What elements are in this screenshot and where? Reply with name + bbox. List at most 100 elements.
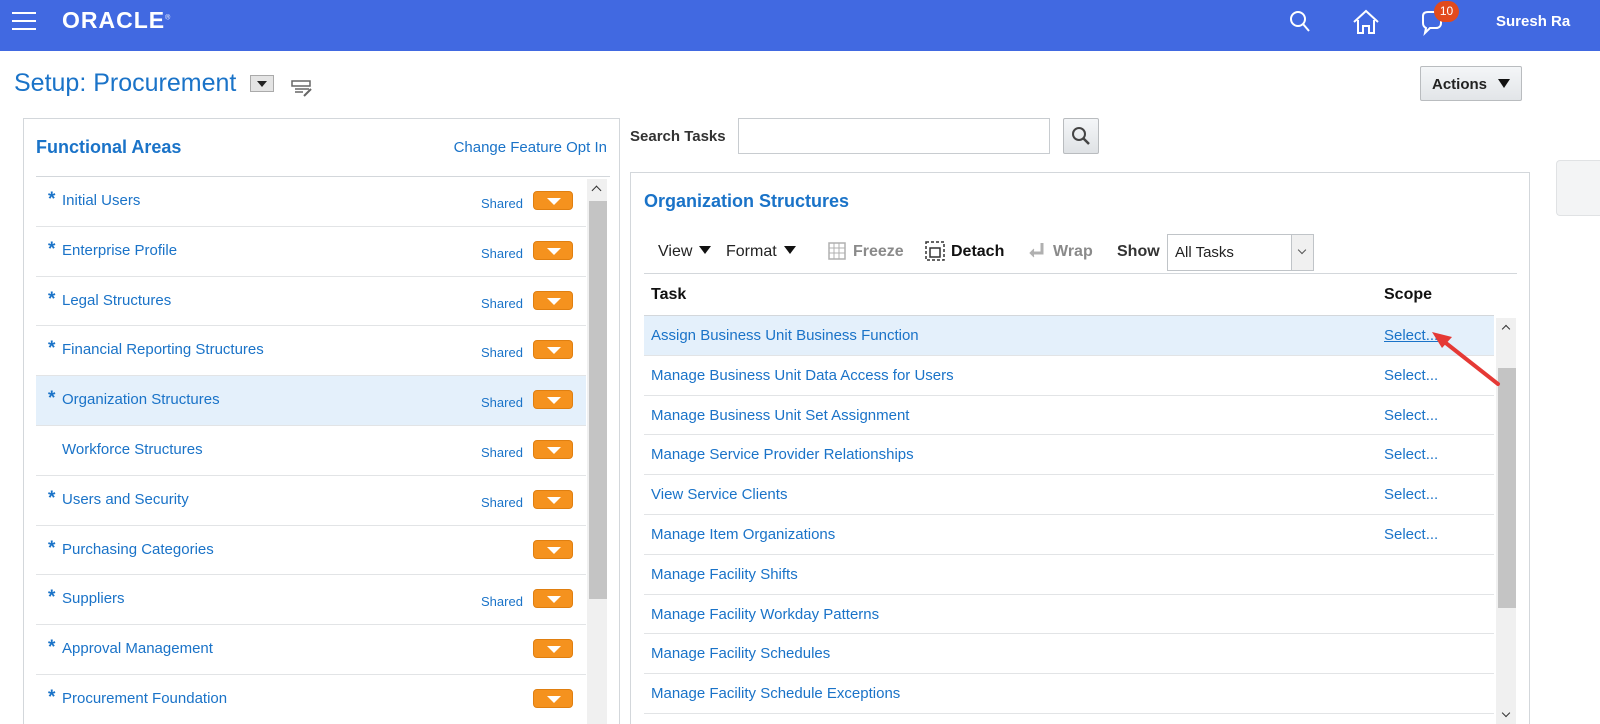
functional-area-item[interactable]: * Initial Users Shared — [36, 177, 586, 227]
shared-label: Shared — [481, 196, 523, 211]
functional-area-label[interactable]: Legal Structures — [62, 292, 171, 309]
functional-area-dropdown-icon[interactable] — [533, 340, 573, 360]
task-link[interactable]: Manage Business Unit Data Access for Use… — [651, 367, 954, 384]
functional-area-dropdown-icon[interactable] — [533, 688, 573, 708]
task-link[interactable]: Manage Item Organizations — [651, 526, 835, 543]
functional-area-item[interactable]: * Approval Management — [36, 625, 586, 675]
scope-select-link[interactable]: Select... — [1384, 327, 1438, 344]
search-icon[interactable] — [1286, 8, 1316, 38]
task-row[interactable]: Manage Service Provider Relationships Sel… — [644, 435, 1494, 476]
task-link[interactable]: View Service Clients — [651, 486, 787, 503]
scope-select-link[interactable]: Select... — [1384, 367, 1438, 384]
detach-button[interactable]: Detach — [951, 243, 1004, 261]
user-name[interactable]: Suresh Ra — [1496, 13, 1570, 30]
functional-area-dropdown-icon[interactable] — [533, 290, 573, 310]
task-link[interactable]: Manage Facility Workday Patterns — [651, 606, 879, 623]
column-header-scope[interactable]: Scope — [1384, 286, 1432, 304]
search-icon — [1072, 127, 1090, 145]
home-icon[interactable] — [1351, 8, 1381, 38]
scroll-up-icon[interactable] — [1496, 318, 1516, 338]
shared-label: Shared — [481, 395, 523, 411]
functional-area-label[interactable]: Approval Management — [62, 640, 213, 657]
task-link[interactable]: Manage Facility Schedule Exceptions — [651, 685, 900, 702]
task-row[interactable]: Manage Business Unit Data Access for Use… — [644, 356, 1494, 396]
actions-button[interactable]: Actions — [1420, 66, 1522, 101]
search-tasks-input[interactable] — [738, 118, 1050, 154]
task-row[interactable]: Manage Facility Shifts — [644, 555, 1494, 595]
functional-area-label[interactable]: Purchasing Categories — [62, 541, 214, 558]
functional-area-item[interactable]: * Users and Security Shared — [36, 476, 586, 526]
freeze-button[interactable]: Freeze — [853, 243, 904, 261]
functional-area-label[interactable]: Users and Security — [62, 491, 189, 508]
functional-area-dropdown-icon[interactable] — [533, 439, 573, 459]
task-link[interactable]: Assign Business Unit Business Function — [651, 327, 919, 344]
functional-area-label[interactable]: Organization Structures — [62, 391, 220, 408]
functional-area-label[interactable]: Workforce Structures — [62, 441, 203, 458]
functional-area-item[interactable]: * Procurement Foundation — [36, 675, 586, 724]
scope-select-link[interactable]: Select... — [1384, 526, 1438, 543]
task-row[interactable]: Manage Business Unit Set Assignment Selec… — [644, 396, 1494, 436]
functional-area-dropdown-icon[interactable] — [533, 191, 573, 210]
task-list-scrollbar[interactable] — [1496, 318, 1516, 724]
registered-mark: ® — [165, 14, 172, 22]
functional-area-dropdown-icon[interactable] — [533, 589, 573, 609]
required-marker: * — [48, 238, 56, 260]
functional-area-dropdown-icon[interactable] — [533, 489, 573, 509]
oracle-logo[interactable]: ORACLE® — [62, 7, 171, 34]
scrollbar-thumb[interactable] — [1498, 368, 1516, 608]
task-link[interactable]: Manage Service Provider Relationships — [651, 446, 914, 463]
functional-area-dropdown-icon[interactable] — [533, 639, 573, 659]
functional-area-label[interactable]: Initial Users — [62, 192, 140, 209]
functional-area-label[interactable]: Enterprise Profile — [62, 242, 177, 259]
format-menu[interactable]: Format — [726, 243, 796, 261]
functional-area-dropdown-icon[interactable] — [533, 390, 573, 410]
column-header-task[interactable]: Task — [651, 286, 686, 304]
scope-select-link[interactable]: Select... — [1384, 407, 1438, 424]
task-row[interactable]: Manage Facility Schedule Exceptions — [644, 674, 1494, 714]
table-toolbar: View Format Freeze Detach Wrap Show All … — [644, 234, 1517, 275]
scroll-down-icon[interactable] — [1496, 705, 1516, 724]
side-panel-tab[interactable] — [1556, 160, 1600, 216]
functional-area-label[interactable]: Procurement Foundation — [62, 690, 227, 707]
task-link[interactable]: Manage Facility Schedules — [651, 645, 830, 662]
task-row[interactable]: Assign Business Unit Business Function Se… — [644, 316, 1494, 356]
chevron-down-icon[interactable] — [1291, 235, 1313, 270]
task-row[interactable]: Manage Facility Workday Patterns — [644, 595, 1494, 635]
task-link[interactable]: Manage Business Unit Set Assignment — [651, 407, 909, 424]
task-row[interactable]: Manage Facility Schedules — [644, 634, 1494, 675]
scope-select-link[interactable]: Select... — [1384, 486, 1438, 503]
functional-area-item[interactable]: * Financial Reporting Structures Shared — [36, 326, 586, 377]
functional-area-item[interactable]: Workforce Structures Shared — [36, 426, 586, 476]
functional-area-item[interactable]: * Organization Structures Shared — [36, 376, 586, 426]
shared-label: Shared — [481, 295, 523, 311]
organization-structures-title: Organization Structures — [644, 191, 850, 211]
menu-icon[interactable] — [12, 12, 36, 32]
scroll-up-icon[interactable] — [587, 179, 607, 199]
edit-page-icon[interactable] — [291, 78, 313, 98]
shared-label: Shared — [481, 444, 523, 460]
notification-count-badge[interactable]: 10 — [1434, 1, 1459, 22]
task-row[interactable]: Manage Item Organizations Select... — [644, 515, 1494, 555]
wrap-button[interactable]: Wrap — [1053, 243, 1093, 261]
scope-select-link[interactable]: Select... — [1384, 446, 1438, 463]
task-link[interactable]: Manage Facility Shifts — [651, 566, 798, 583]
required-marker: * — [48, 537, 56, 559]
functional-area-dropdown-icon[interactable] — [533, 240, 573, 260]
task-row[interactable]: View Service Clients Select... — [644, 475, 1494, 515]
functional-areas-list: * Initial Users Shared * Enterprise Profile S… — [36, 177, 586, 724]
functional-area-label[interactable]: Suppliers — [62, 590, 125, 607]
functional-area-label[interactable]: Financial Reporting Structures — [62, 341, 264, 358]
format-label: Format — [726, 243, 777, 260]
page-title-dropdown-icon[interactable] — [250, 75, 274, 92]
functional-areas-scrollbar[interactable] — [587, 179, 607, 724]
search-button[interactable] — [1063, 118, 1099, 154]
scrollbar-thumb[interactable] — [589, 201, 607, 599]
functional-area-item[interactable]: * Enterprise Profile Shared — [36, 227, 586, 277]
view-menu[interactable]: View — [658, 243, 712, 261]
show-tasks-select[interactable]: All Tasks — [1167, 234, 1314, 271]
functional-area-item[interactable]: * Purchasing Categories — [36, 526, 586, 576]
functional-area-item[interactable]: * Suppliers Shared — [36, 575, 586, 626]
change-feature-opt-in-link[interactable]: Change Feature Opt In — [454, 139, 607, 156]
functional-area-dropdown-icon[interactable] — [533, 539, 573, 559]
functional-area-item[interactable]: * Legal Structures Shared — [36, 277, 586, 327]
